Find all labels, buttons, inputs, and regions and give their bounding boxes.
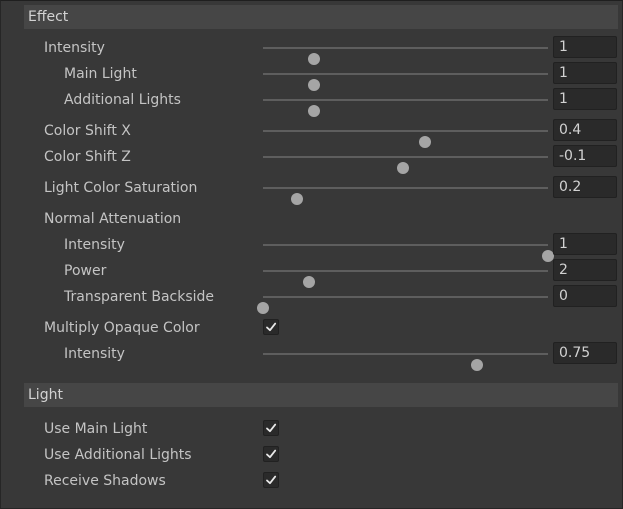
moc-intensity-slider-thumb[interactable] bbox=[470, 359, 483, 371]
section-title-light: Light bbox=[28, 387, 63, 403]
row-receive-shadows: Receive Shadows bbox=[0, 468, 623, 494]
main-light-label: Main Light bbox=[64, 66, 137, 82]
light-color-saturation-slider-track[interactable] bbox=[263, 187, 548, 205]
row-main-light: Main Light 1 bbox=[0, 61, 623, 91]
additional-lights-field[interactable]: 1 bbox=[553, 88, 617, 110]
color-shift-z-label: Color Shift Z bbox=[44, 149, 131, 165]
row-na-transparent-backside: Transparent Backside 0 bbox=[0, 284, 623, 314]
section-header-light[interactable]: Light bbox=[24, 383, 618, 407]
row-color-shift-x: Color Shift X 0.4 bbox=[0, 118, 623, 148]
color-shift-x-field[interactable]: 0.4 bbox=[553, 119, 617, 141]
na-power-label: Power bbox=[64, 263, 107, 279]
moc-intensity-label: Intensity bbox=[64, 346, 125, 362]
na-transparent-backside-label: Transparent Backside bbox=[64, 289, 215, 305]
na-transparent-backside-slider-track[interactable] bbox=[257, 296, 548, 314]
multiply-opaque-color-checkbox[interactable] bbox=[263, 319, 279, 335]
row-normal-attenuation: Normal Attenuation bbox=[0, 206, 623, 232]
use-main-light-label: Use Main Light bbox=[44, 421, 148, 437]
na-intensity-label: Intensity bbox=[64, 237, 125, 253]
row-na-power: Power 2 bbox=[0, 258, 623, 288]
light-color-saturation-label: Light Color Saturation bbox=[44, 180, 198, 196]
normal-attenuation-label: Normal Attenuation bbox=[44, 211, 182, 227]
check-icon bbox=[266, 449, 277, 459]
color-shift-z-slider-track[interactable] bbox=[263, 156, 548, 174]
check-icon bbox=[266, 423, 277, 433]
row-multiply-opaque-color: Multiply Opaque Color bbox=[0, 315, 623, 341]
na-transparent-backside-field[interactable]: 0 bbox=[553, 285, 617, 307]
row-na-intensity: Intensity 1 bbox=[0, 232, 623, 262]
intensity-slider-track[interactable] bbox=[263, 47, 548, 65]
check-icon bbox=[266, 322, 277, 332]
main-light-field[interactable]: 1 bbox=[553, 62, 617, 84]
main-light-slider-track[interactable] bbox=[263, 73, 548, 91]
row-additional-lights: Additional Lights 1 bbox=[0, 87, 623, 117]
moc-intensity-slider-track[interactable] bbox=[263, 353, 548, 371]
use-main-light-checkbox[interactable] bbox=[263, 420, 279, 436]
intensity-label: Intensity bbox=[44, 40, 105, 56]
receive-shadows-checkbox[interactable] bbox=[263, 472, 279, 488]
row-use-main-light: Use Main Light bbox=[0, 416, 623, 442]
color-shift-x-label: Color Shift X bbox=[44, 123, 131, 139]
na-intensity-slider-track[interactable] bbox=[263, 244, 554, 262]
row-use-additional-lights: Use Additional Lights bbox=[0, 442, 623, 468]
check-icon bbox=[266, 475, 277, 485]
na-intensity-field[interactable]: 1 bbox=[553, 233, 617, 255]
color-shift-z-slider-thumb[interactable] bbox=[396, 162, 409, 174]
row-color-shift-z: Color Shift Z -0.1 bbox=[0, 144, 623, 174]
row-intensity: Intensity 1 bbox=[0, 35, 623, 65]
section-header-effect[interactable]: Effect bbox=[24, 5, 618, 29]
use-additional-lights-label: Use Additional Lights bbox=[44, 447, 192, 463]
section-title-effect: Effect bbox=[28, 9, 69, 25]
intensity-field[interactable]: 1 bbox=[553, 36, 617, 58]
color-shift-x-slider-track[interactable] bbox=[263, 130, 548, 148]
na-power-field[interactable]: 2 bbox=[553, 259, 617, 281]
color-shift-z-field[interactable]: -0.1 bbox=[553, 145, 617, 167]
receive-shadows-label: Receive Shadows bbox=[44, 473, 166, 489]
row-light-color-saturation: Light Color Saturation 0.2 bbox=[0, 175, 623, 205]
moc-intensity-field[interactable]: 0.75 bbox=[553, 342, 617, 364]
light-color-saturation-field[interactable]: 0.2 bbox=[553, 176, 617, 198]
na-transparent-backside-slider-thumb[interactable] bbox=[257, 302, 269, 314]
additional-lights-label: Additional Lights bbox=[64, 92, 181, 108]
multiply-opaque-color-label: Multiply Opaque Color bbox=[44, 320, 200, 336]
use-additional-lights-checkbox[interactable] bbox=[263, 446, 279, 462]
additional-lights-slider-track[interactable] bbox=[263, 99, 548, 117]
row-moc-intensity: Intensity 0.75 bbox=[0, 341, 623, 371]
na-power-slider-track[interactable] bbox=[263, 270, 548, 288]
